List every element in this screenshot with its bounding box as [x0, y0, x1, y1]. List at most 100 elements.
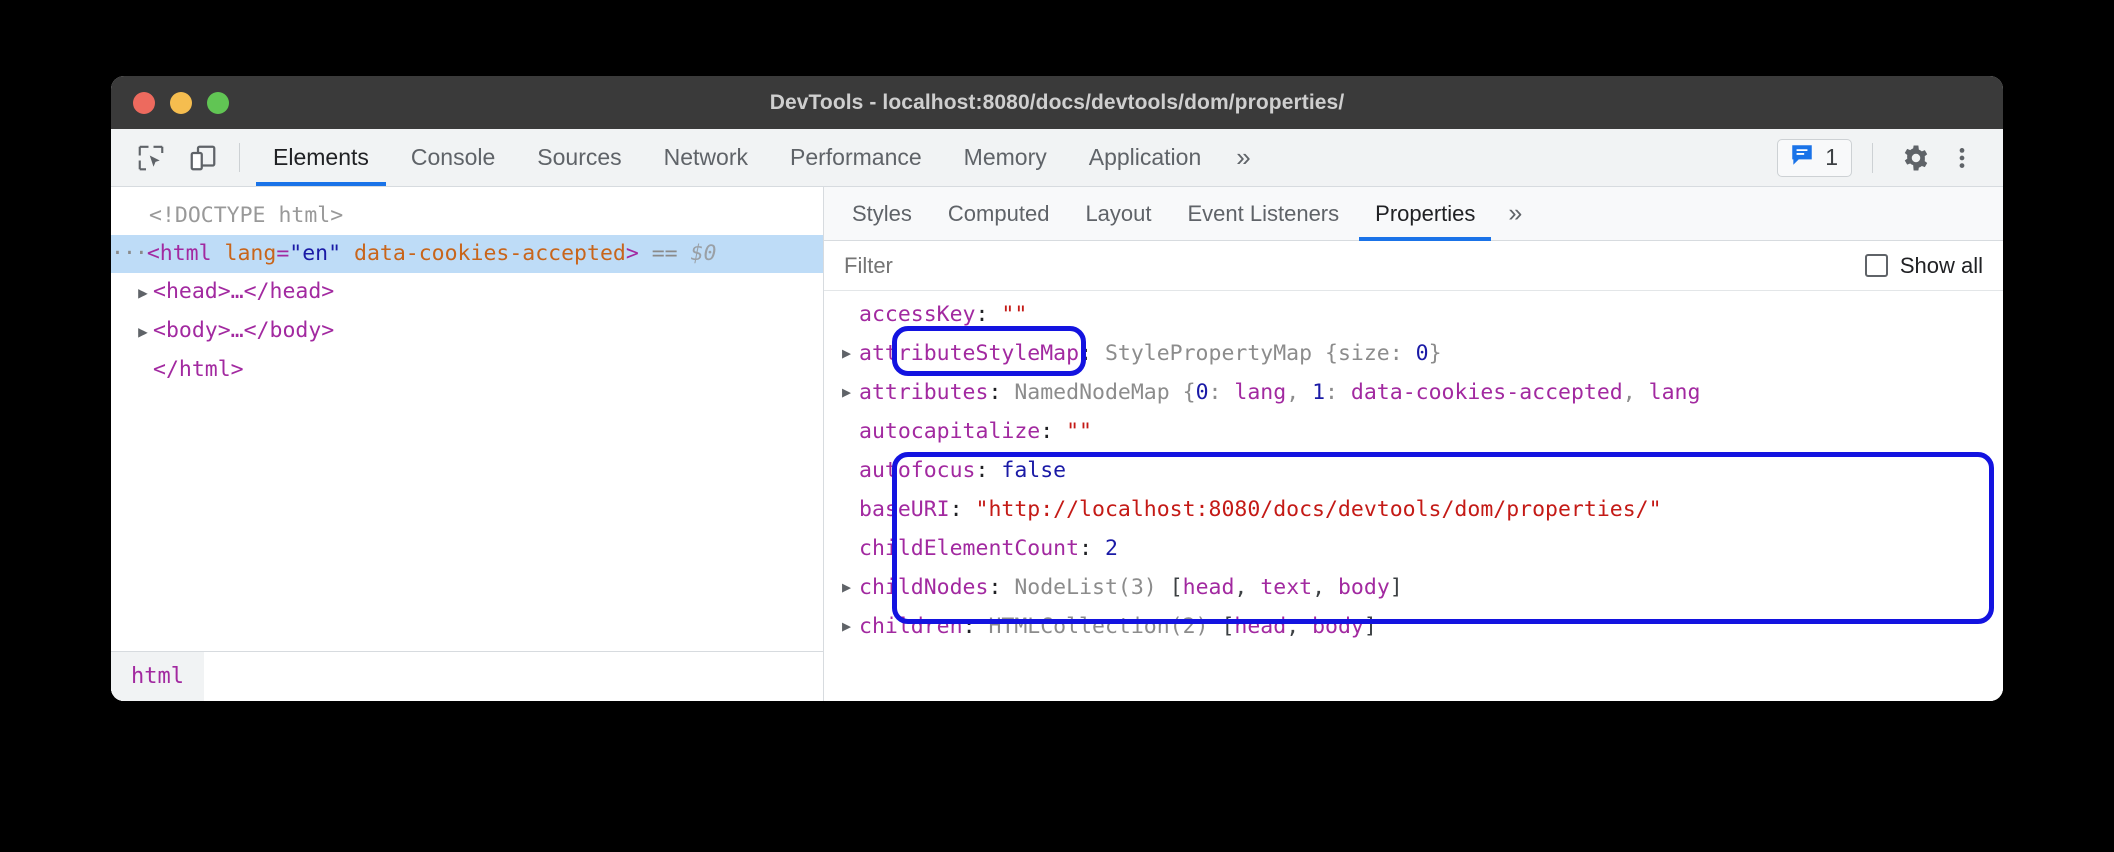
minimize-window-button[interactable]	[170, 92, 192, 114]
tab-network[interactable]: Network	[643, 129, 769, 186]
colon-6: :	[950, 497, 976, 522]
tab-application[interactable]: Application	[1068, 129, 1223, 186]
property-value-link[interactable]: data-cookies-accepted	[1351, 380, 1623, 405]
colon-9: :	[963, 614, 989, 639]
tab-layout[interactable]: Layout	[1067, 187, 1169, 240]
node-ellipsis: ···	[111, 241, 147, 266]
issues-button[interactable]: 1	[1777, 139, 1852, 177]
property-value-part: ,	[1286, 380, 1312, 405]
sidebar-tabs: Styles Computed Layout Event Listeners P…	[824, 187, 2003, 241]
tab-event-listeners[interactable]: Event Listeners	[1170, 187, 1358, 240]
gear-icon[interactable]	[1893, 138, 1939, 178]
issues-count: 1	[1825, 144, 1838, 171]
property-value-link[interactable]: head	[1234, 614, 1286, 639]
property-value-part: :	[1209, 380, 1235, 405]
breadcrumb-item-html[interactable]: html	[111, 652, 204, 701]
window-titlebar: DevTools - localhost:8080/docs/devtools/…	[111, 76, 2003, 129]
property-value-link[interactable]: lang	[1649, 380, 1701, 405]
attr-name-data-cookies-accepted[interactable]: data-cookies-accepted	[354, 241, 626, 266]
tab-sources[interactable]: Sources	[516, 129, 642, 186]
devtools-toolbar: Elements Console Sources Network Perform…	[111, 129, 2003, 187]
tab-console[interactable]: Console	[390, 129, 516, 186]
maximize-window-button[interactable]	[207, 92, 229, 114]
window-controls	[133, 92, 229, 114]
property-value-part: ]	[1364, 614, 1377, 639]
property-value-part: ,	[1312, 575, 1338, 600]
tab-elements[interactable]: Elements	[252, 129, 390, 186]
property-value-link[interactable]: lang	[1234, 380, 1286, 405]
kebab-menu-icon[interactable]	[1939, 138, 1985, 178]
property-value-link[interactable]: body	[1312, 614, 1364, 639]
property-value-link[interactable]: body	[1338, 575, 1390, 600]
dom-node-head-label: <head>…</head>	[153, 279, 334, 304]
show-all-checkbox[interactable]: Show all	[1865, 253, 1983, 279]
property-name: childNodes	[859, 575, 988, 600]
expand-triangle-icon-head[interactable]: ▶	[133, 274, 153, 312]
property-value-link[interactable]: head	[1183, 575, 1235, 600]
dom-node-html-closing[interactable]: </html>	[111, 351, 823, 389]
expand-triangle-icon[interactable]: ▶	[842, 334, 859, 373]
property-value-part: 0	[1416, 341, 1429, 366]
space-1	[212, 241, 225, 266]
colon-4: :	[1040, 419, 1066, 444]
dom-node-head[interactable]: ▶<head>…</head>	[111, 273, 823, 312]
dom-node-html[interactable]: ···<html lang="en" data-cookies-accepted…	[111, 235, 823, 273]
property-value-link[interactable]: text	[1260, 575, 1312, 600]
dom-node-body[interactable]: ▶<body>…</body>	[111, 312, 823, 351]
expand-triangle-icon[interactable]: ▶	[842, 568, 859, 607]
panel-tabs: Elements Console Sources Network Perform…	[252, 129, 1265, 186]
device-toolbar-icon[interactable]	[177, 129, 229, 186]
inspect-element-icon[interactable]	[125, 129, 177, 186]
property-row-children[interactable]: ▶children: HTMLCollection(2) [head, body…	[824, 607, 2003, 646]
property-row-childNodes[interactable]: ▶childNodes: NodeList(3) [head, text, bo…	[824, 568, 2003, 607]
property-value: "http://localhost:8080/docs/devtools/dom…	[976, 497, 1662, 522]
toolbar-divider	[239, 143, 240, 172]
sidebar-more-tabs-chevron-icon[interactable]: »	[1493, 187, 1537, 240]
filter-row: Show all	[824, 241, 2003, 291]
tab-styles[interactable]: Styles	[834, 187, 930, 240]
close-window-button[interactable]	[133, 92, 155, 114]
property-value: ""	[1001, 302, 1027, 327]
property-row-baseURI[interactable]: baseURI: "http://localhost:8080/docs/dev…	[824, 490, 2003, 529]
property-value-part: [	[1170, 575, 1183, 600]
equals-marker: ==	[652, 241, 678, 266]
property-row-accessKey[interactable]: accessKey: ""	[824, 295, 2003, 334]
console-ref-dollar-zero: $0	[691, 241, 717, 266]
property-value-part: StylePropertyMap {size:	[1105, 341, 1416, 366]
property-row-autofocus[interactable]: autofocus: false	[824, 451, 2003, 490]
tab-properties[interactable]: Properties	[1357, 187, 1493, 240]
checkbox-box-icon[interactable]	[1865, 254, 1888, 277]
colon-2: :	[1079, 341, 1105, 366]
property-row-autocapitalize[interactable]: autocapitalize: ""	[824, 412, 2003, 451]
property-row-attributes[interactable]: ▶attributes: NamedNodeMap {0: lang, 1: d…	[824, 373, 2003, 412]
property-value-part: ]	[1390, 575, 1403, 600]
dom-tree[interactable]: <!DOCTYPE html> ···<html lang="en" data-…	[111, 187, 823, 389]
property-value-part: ,	[1623, 380, 1649, 405]
tab-computed[interactable]: Computed	[930, 187, 1068, 240]
property-name: attributeStyleMap	[859, 341, 1079, 366]
more-tabs-chevron-icon[interactable]: »	[1222, 129, 1264, 186]
devtools-body: <!DOCTYPE html> ···<html lang="en" data-…	[111, 187, 2003, 701]
dom-node-doctype[interactable]: <!DOCTYPE html>	[111, 197, 823, 235]
property-value: ""	[1066, 419, 1092, 444]
filter-input[interactable]	[844, 253, 1244, 279]
properties-list[interactable]: accessKey: "" ▶attributeStyleMap: StyleP…	[824, 291, 2003, 646]
property-name: attributes	[859, 380, 988, 405]
tab-memory[interactable]: Memory	[943, 129, 1068, 186]
expand-triangle-icon-body[interactable]: ▶	[133, 313, 153, 351]
devtools-window: DevTools - localhost:8080/docs/devtools/…	[111, 76, 2003, 701]
colon-8: :	[988, 575, 1014, 600]
expand-triangle-icon[interactable]: ▶	[842, 607, 859, 646]
space-2	[341, 241, 354, 266]
expand-triangle-icon[interactable]: ▶	[842, 373, 859, 412]
property-value-part: ,	[1286, 614, 1312, 639]
attr-name-lang[interactable]: lang	[225, 241, 277, 266]
property-row-childElementCount[interactable]: childElementCount: 2	[824, 529, 2003, 568]
attr-equals-1: =	[276, 241, 289, 266]
space-4	[678, 241, 691, 266]
property-name: children	[859, 614, 963, 639]
colon-7: :	[1079, 536, 1105, 561]
tab-performance[interactable]: Performance	[769, 129, 943, 186]
attr-value-lang[interactable]: "en"	[289, 241, 341, 266]
property-row-attributeStyleMap[interactable]: ▶attributeStyleMap: StylePropertyMap {si…	[824, 334, 2003, 373]
